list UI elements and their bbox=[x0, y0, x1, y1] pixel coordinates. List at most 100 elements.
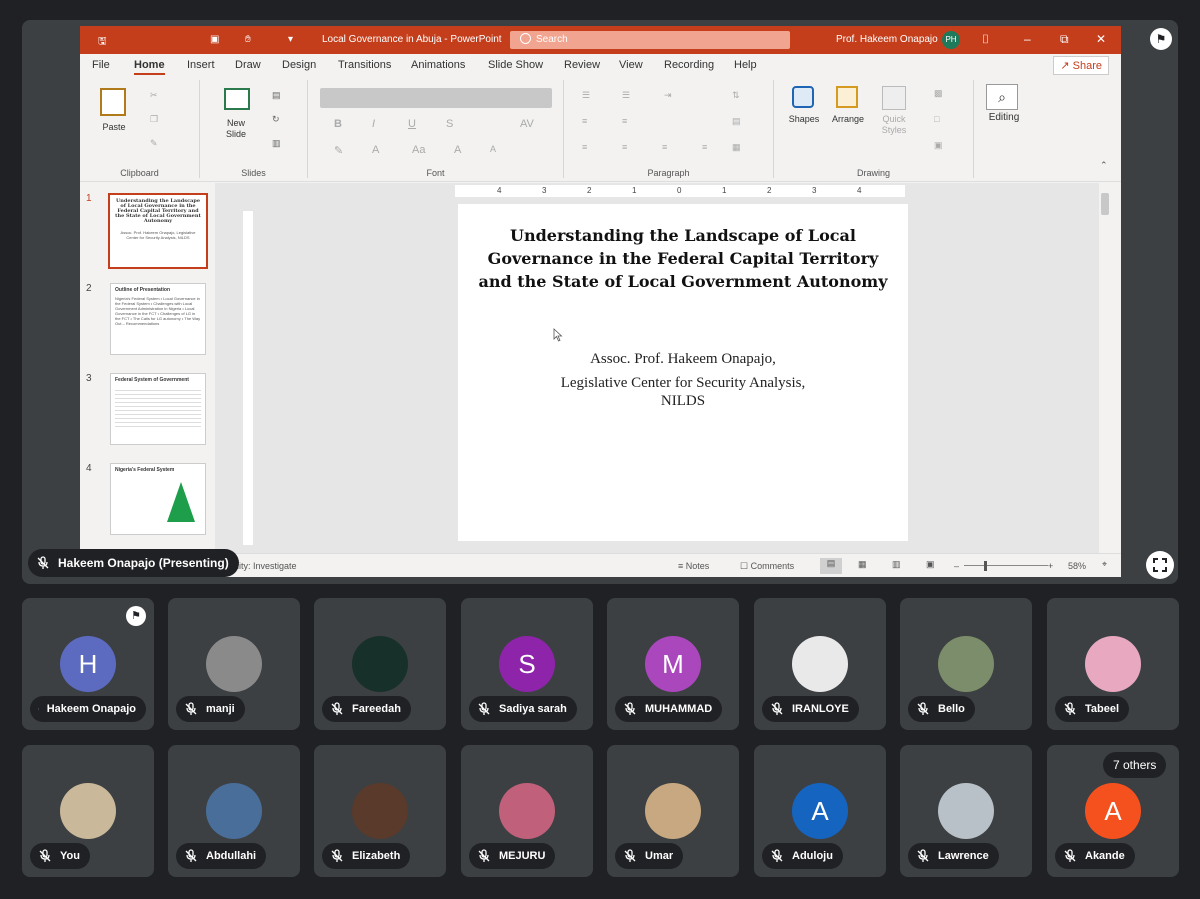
shapes-icon[interactable] bbox=[792, 86, 814, 108]
zoom-level[interactable]: 58% bbox=[1068, 561, 1086, 571]
font-selector[interactable] bbox=[320, 88, 552, 108]
share-button[interactable]: ↗ Share bbox=[1053, 56, 1109, 75]
participant-tile[interactable]: Elizabeth bbox=[314, 745, 446, 877]
quick-styles-button[interactable]: Quick Styles bbox=[872, 114, 916, 136]
quick-styles-icon[interactable] bbox=[882, 86, 906, 110]
italic-icon[interactable]: I bbox=[372, 118, 375, 130]
underline-icon[interactable]: U bbox=[408, 118, 416, 130]
strikethrough-icon[interactable]: S bbox=[446, 118, 453, 130]
close-icon[interactable]: ✕ bbox=[1096, 32, 1106, 46]
participant-tile[interactable]: You bbox=[22, 745, 154, 877]
justify-icon[interactable]: ≡ bbox=[702, 142, 707, 152]
notes-button[interactable]: ≡ Notes bbox=[678, 561, 709, 571]
vertical-scrollbar[interactable] bbox=[1099, 183, 1111, 553]
touch-mode-icon[interactable]: ✋︎ bbox=[245, 34, 251, 45]
tab-recording[interactable]: Recording bbox=[664, 59, 714, 71]
minimize-icon[interactable]: – bbox=[1024, 32, 1031, 46]
participant-tile[interactable]: Umar bbox=[607, 745, 739, 877]
participant-tile[interactable]: IRANLOYE bbox=[754, 598, 886, 730]
restore-icon[interactable]: ⧉ bbox=[1060, 32, 1069, 47]
layout-icon[interactable]: ▤ bbox=[272, 90, 281, 101]
new-slide-icon[interactable] bbox=[224, 88, 250, 110]
reading-view-icon[interactable]: ▥ bbox=[892, 559, 901, 570]
participant-tile[interactable]: Abdullahi bbox=[168, 745, 300, 877]
slide-subtitle[interactable]: Assoc. Prof. Hakeem Onapajo, Legislative… bbox=[478, 350, 888, 410]
section-icon[interactable]: ▥ bbox=[272, 138, 281, 149]
paste-icon[interactable] bbox=[100, 88, 126, 116]
slide-thumbnail-4[interactable]: Nigeria's Federal System bbox=[110, 463, 206, 535]
comments-button[interactable]: ☐ Comments bbox=[740, 561, 794, 572]
zoom-in-icon[interactable]: + bbox=[1048, 561, 1053, 571]
participant-tile[interactable]: Fareedah bbox=[314, 598, 446, 730]
tab-review[interactable]: Review bbox=[564, 59, 600, 71]
tab-file[interactable]: File bbox=[92, 59, 110, 71]
zoom-out-icon[interactable]: – bbox=[954, 561, 959, 571]
accessibility-status[interactable]: bility: Investigate bbox=[230, 561, 297, 571]
tab-home[interactable]: Home bbox=[134, 59, 165, 75]
shape-effects-icon[interactable]: ▣ bbox=[934, 140, 943, 151]
bold-icon[interactable]: B bbox=[334, 118, 342, 130]
reset-icon[interactable]: ↻ bbox=[272, 114, 280, 125]
numbering-icon[interactable]: ☰ bbox=[622, 90, 630, 101]
grow-font-icon[interactable]: A bbox=[454, 144, 461, 156]
format-painter-icon[interactable]: ✎ bbox=[150, 138, 158, 149]
search-input[interactable]: Search bbox=[510, 31, 790, 49]
participant-tile[interactable]: Bello bbox=[900, 598, 1032, 730]
line-spacing-icon[interactable]: ≡ bbox=[582, 116, 587, 126]
fullscreen-button[interactable] bbox=[1146, 551, 1174, 579]
arrange-icon[interactable] bbox=[836, 86, 858, 108]
highlight-icon[interactable]: ✎ bbox=[334, 144, 343, 157]
zoom-slider-thumb[interactable] bbox=[984, 561, 987, 571]
customize-toolbar-icon[interactable]: ▾ bbox=[288, 34, 293, 45]
participant-tile[interactable]: MEJURU bbox=[461, 745, 593, 877]
pin-icon[interactable]: ⚑ bbox=[126, 606, 146, 626]
align-text-icon[interactable]: ▤ bbox=[732, 116, 741, 127]
cut-icon[interactable]: ✂ bbox=[150, 90, 158, 101]
copy-icon[interactable]: ❐ bbox=[150, 114, 158, 125]
bullets-icon[interactable]: ☰ bbox=[582, 90, 590, 101]
align-right-icon[interactable]: ≡ bbox=[662, 142, 667, 152]
others-count-badge[interactable]: 7 others bbox=[1103, 752, 1167, 778]
present-icon[interactable]: ▣ bbox=[210, 34, 219, 45]
participant-tile[interactable]: Lawrence bbox=[900, 745, 1032, 877]
align-center-icon[interactable]: ≡ bbox=[622, 142, 627, 152]
shape-outline-icon[interactable]: □ bbox=[934, 114, 939, 124]
participant-tile[interactable]: A Aduloju bbox=[754, 745, 886, 877]
tab-draw[interactable]: Draw bbox=[235, 59, 261, 71]
text-direction-icon[interactable]: ⇅ bbox=[732, 90, 740, 101]
paste-button[interactable]: Paste bbox=[94, 122, 134, 132]
find-icon[interactable]: ⌕ bbox=[986, 84, 1018, 110]
smartart-icon[interactable]: ▦ bbox=[732, 142, 741, 153]
shapes-button[interactable]: Shapes bbox=[784, 114, 824, 124]
participant-tile[interactable]: M MUHAMMAD bbox=[607, 598, 739, 730]
slide-thumbnail-3[interactable]: Federal System of Government bbox=[110, 373, 206, 445]
slide-thumbnail-1[interactable]: Understanding the Landscape of Local Gov… bbox=[108, 193, 208, 269]
shape-fill-icon[interactable]: ▩ bbox=[934, 88, 943, 99]
char-spacing-icon[interactable]: AV bbox=[520, 118, 534, 130]
slide-sorter-icon[interactable]: ▦ bbox=[858, 559, 867, 570]
tab-insert[interactable]: Insert bbox=[187, 59, 215, 71]
change-case-icon[interactable]: Aa bbox=[412, 144, 425, 156]
editing-button[interactable]: Editing bbox=[982, 112, 1026, 123]
fit-to-window-icon[interactable]: ⌖ bbox=[1102, 559, 1107, 570]
participant-tile[interactable]: S Sadiya sarah bbox=[461, 598, 593, 730]
pin-icon[interactable]: ⚑ bbox=[1150, 28, 1172, 50]
collapse-ribbon-icon[interactable]: ⌃ bbox=[1100, 160, 1108, 171]
tab-slide-show[interactable]: Slide Show bbox=[488, 59, 543, 71]
ribbon-display-icon[interactable]: ⌷ bbox=[982, 32, 989, 47]
normal-view-icon[interactable]: ▤ bbox=[820, 558, 842, 574]
new-slide-button[interactable]: New Slide bbox=[216, 118, 256, 140]
tab-animations[interactable]: Animations bbox=[411, 59, 465, 71]
slide-thumbnail-2[interactable]: Outline of Presentation Nigeria's Federa… bbox=[110, 283, 206, 355]
indent-icon[interactable]: ⇥ bbox=[664, 90, 672, 101]
tab-transitions[interactable]: Transitions bbox=[338, 59, 391, 71]
scroll-thumb[interactable] bbox=[1101, 193, 1109, 215]
arrange-button[interactable]: Arrange bbox=[826, 114, 870, 124]
slideshow-view-icon[interactable]: ▣ bbox=[926, 559, 935, 570]
participant-tile[interactable]: H ⚑ Hakeem Onapajo bbox=[22, 598, 154, 730]
align-left-icon[interactable]: ≡ bbox=[582, 142, 587, 152]
participant-tile[interactable]: Tabeel bbox=[1047, 598, 1179, 730]
current-slide[interactable]: Understanding the Landscape of Local Gov… bbox=[458, 204, 908, 541]
shrink-font-icon[interactable]: A bbox=[490, 144, 496, 154]
tab-view[interactable]: View bbox=[619, 59, 643, 71]
